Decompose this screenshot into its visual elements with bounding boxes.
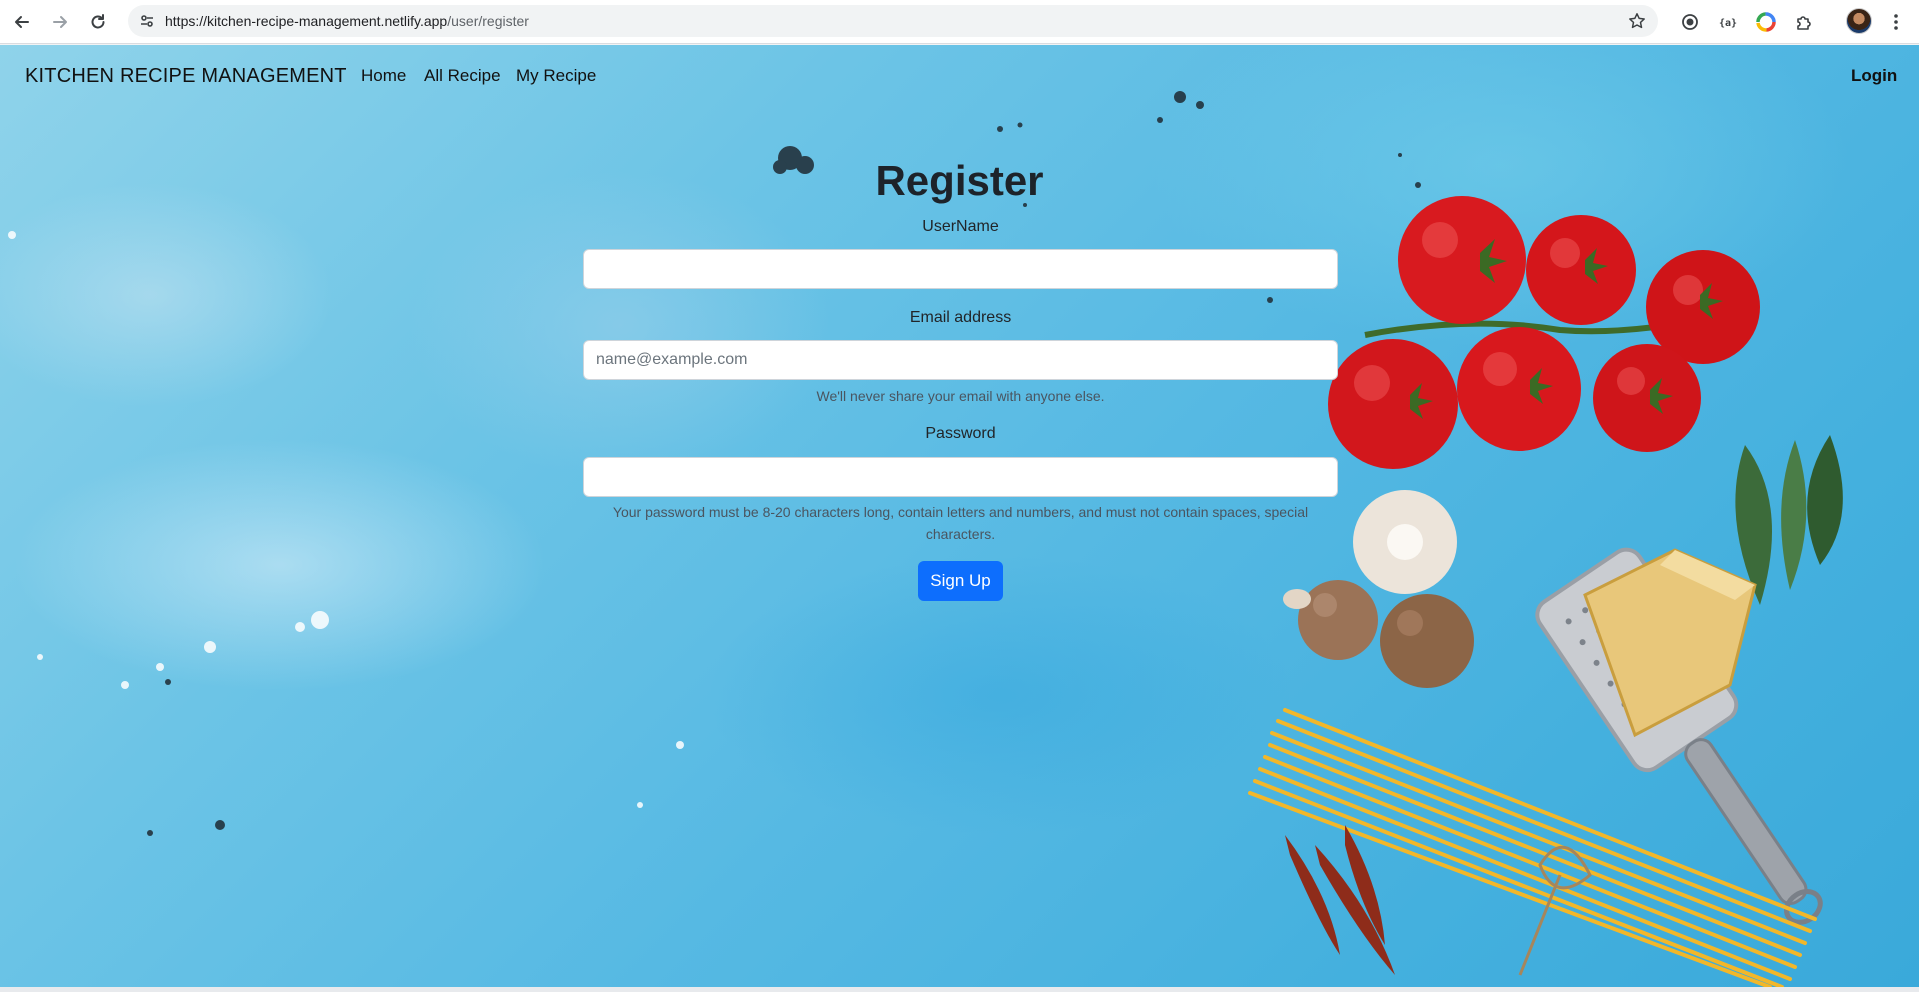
svg-text:{a}: {a} [1719, 18, 1737, 29]
address-bar[interactable]: https://kitchen-recipe-management.netlif… [128, 5, 1658, 37]
sign-up-button[interactable]: Sign Up [918, 561, 1003, 601]
username-input[interactable] [583, 249, 1338, 289]
email-help-text: We'll never share your email with anyone… [816, 388, 1105, 404]
forward-icon[interactable] [46, 8, 74, 36]
profile-avatar[interactable] [1846, 8, 1872, 34]
url-host: https://kitchen-recipe-management.netlif… [165, 13, 448, 29]
email-label: Email address [909, 309, 1012, 326]
extension-code-icon[interactable]: {a} [1714, 8, 1742, 36]
nav-link-my-recipe[interactable]: My Recipe [516, 66, 596, 86]
password-label: Password [925, 425, 996, 442]
back-icon[interactable] [8, 8, 36, 36]
window-bottom-edge [0, 987, 1919, 992]
username-label: UserName [922, 218, 999, 235]
nav-link-home[interactable]: Home [361, 66, 406, 86]
url-text: https://kitchen-recipe-management.netlif… [165, 13, 529, 29]
extension-color-icon[interactable] [1752, 8, 1780, 36]
brand-logo-text[interactable]: KITCHEN RECIPE MANAGEMENT [25, 65, 347, 88]
more-menu-icon[interactable] [1882, 8, 1910, 36]
reload-icon[interactable] [84, 8, 112, 36]
password-help-text: Your password must be 8-20 characters lo… [612, 504, 1309, 542]
page-viewport: KITCHEN RECIPE MANAGEMENT Home All Recip… [0, 45, 1919, 987]
email-input[interactable] [583, 340, 1338, 380]
page-title: Register [875, 157, 1044, 204]
nav-link-all-recipe[interactable]: All Recipe [424, 66, 501, 86]
site-info-icon[interactable] [136, 10, 158, 32]
browser-toolbar: https://kitchen-recipe-management.netlif… [0, 0, 1919, 44]
bookmark-star-icon[interactable] [1626, 10, 1648, 32]
url-path: /user/register [447, 13, 529, 29]
extensions-puzzle-icon[interactable] [1790, 8, 1818, 36]
password-input[interactable] [583, 457, 1338, 497]
login-link[interactable]: Login [1851, 66, 1897, 86]
extension-record-icon[interactable] [1676, 8, 1704, 36]
